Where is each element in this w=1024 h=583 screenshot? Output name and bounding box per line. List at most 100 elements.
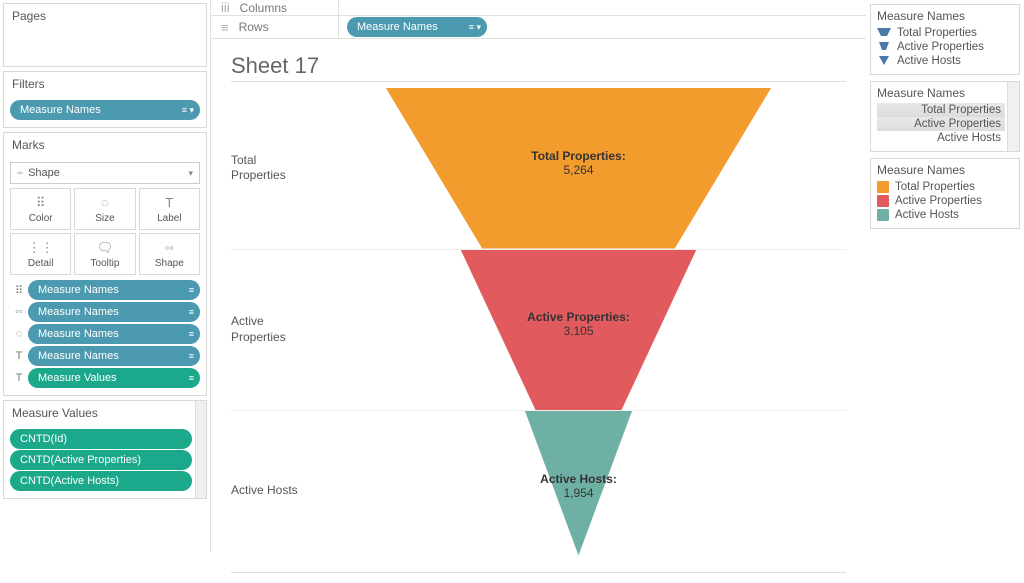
trapezoid-icon xyxy=(877,28,891,38)
mark-label-button[interactable]: T Label xyxy=(139,188,200,230)
columns-label: Columns xyxy=(240,1,287,15)
funnel-row-active-hosts[interactable]: Active Hosts Active Hosts:1,954 xyxy=(231,411,846,573)
legend-shape-item-1[interactable]: Active Properties xyxy=(877,40,1013,54)
sheet-title[interactable]: Sheet 17 xyxy=(231,53,846,79)
funnel-value-1: 3,105 xyxy=(563,324,593,338)
legend-color-item-1[interactable]: Active Properties xyxy=(877,194,1013,208)
pill-label: Measure Names xyxy=(38,350,119,362)
legend-label: Active Properties xyxy=(914,118,1001,130)
pill-caret-icon: ≡ ▾ xyxy=(182,105,194,116)
funnel-title-0: Total Properties: xyxy=(531,149,625,163)
mv-title: Measure Values xyxy=(4,401,206,425)
legend-hl-item-1[interactable]: Active Properties xyxy=(877,117,1005,131)
swatch-icon xyxy=(877,181,889,193)
color-shelf-icon: ⠿ xyxy=(10,284,28,297)
pill-caret-icon: ≡ ▾ xyxy=(469,22,481,33)
label-shelf-icon: T xyxy=(10,350,28,362)
pill-label: CNTD(Active Properties) xyxy=(20,454,141,466)
mark-color-button[interactable]: ⠿ Color xyxy=(10,188,71,230)
funnel-row-total[interactable]: Total Properties Total Properties:5,264 xyxy=(231,88,846,250)
rows-pill[interactable]: Measure Names ≡ ▾ xyxy=(347,17,487,37)
pill-caret-icon: ≡ xyxy=(189,351,194,361)
legend-color-item-2[interactable]: Active Hosts xyxy=(877,208,1013,222)
mark-shape-label: Shape xyxy=(155,258,184,269)
mark-size-label: Size xyxy=(95,213,114,224)
legend-color: Measure Names Total Properties Active Pr… xyxy=(870,158,1020,229)
pill-label: Measure Values xyxy=(38,372,117,384)
funnel-value-2: 1,954 xyxy=(563,486,593,500)
rows-shelf[interactable]: ≡Rows Measure Names≡ ▾ xyxy=(211,16,866,39)
mark-color-label: Color xyxy=(29,213,53,224)
funnel-title-1: Active Properties: xyxy=(527,310,630,324)
pill-label: CNTD(Active Hosts) xyxy=(20,475,119,487)
rows-slot[interactable]: Measure Names ≡ ▾ xyxy=(339,16,866,38)
triangle-icon xyxy=(877,56,891,66)
columns-icon: iii xyxy=(221,0,230,15)
mark-label-label: Label xyxy=(157,213,181,224)
shape-shelf-icon: ◦◦ xyxy=(10,306,28,318)
legend-label: Active Properties xyxy=(897,41,984,53)
legend-label: Active Hosts xyxy=(937,132,1001,144)
marks-pill-3[interactable]: Measure Names ≡ xyxy=(28,346,200,366)
color-icon: ⠿ xyxy=(36,195,46,211)
marks-title: Marks xyxy=(4,133,206,157)
legend-hl-item-0[interactable]: Total Properties xyxy=(877,103,1005,117)
legend-label: Total Properties xyxy=(897,27,977,39)
pill-caret-icon: ≡ xyxy=(189,307,194,317)
legend-hl-title: Measure Names xyxy=(877,86,1005,100)
pill-caret-icon: ≡ xyxy=(189,373,194,383)
scrollbar[interactable] xyxy=(1007,82,1019,151)
marks-pill-0[interactable]: Measure Names≡ xyxy=(28,280,200,300)
legend-shape-item-0[interactable]: Total Properties xyxy=(877,26,1013,40)
legend-shape-item-2[interactable]: Active Hosts xyxy=(877,54,1013,68)
mark-size-button[interactable]: ◌ Size xyxy=(74,188,135,230)
marks-panel: Marks ◦◦ Shape ▾ ⠿ Color ◌ Size T Label ⋮⋮D… xyxy=(3,132,207,396)
mv-pill-1[interactable]: CNTD(Active Properties) xyxy=(10,450,192,470)
legend-color-title: Measure Names xyxy=(877,163,1013,177)
chevron-down-icon: ▾ xyxy=(188,168,193,179)
legend-hl-item-2[interactable]: Active Hosts xyxy=(877,131,1005,145)
marks-pill-1[interactable]: Measure Names≡ xyxy=(28,302,200,322)
pill-caret-icon: ≡ xyxy=(189,329,194,339)
pill-label: Measure Names xyxy=(38,328,119,340)
rows-icon: ≡ xyxy=(221,20,229,35)
legend-color-item-0[interactable]: Total Properties xyxy=(877,180,1013,194)
size-icon: ◌ xyxy=(101,195,109,211)
funnel-title-2: Active Hosts: xyxy=(540,472,617,486)
viz-canvas: Sheet 17 Total Properties Total Properti… xyxy=(211,39,866,583)
columns-shelf[interactable]: iii Columns xyxy=(211,0,866,16)
legend-label: Active Hosts xyxy=(897,55,961,67)
size-shelf-icon: ◌ xyxy=(10,328,28,340)
funnel-label: Total Properties xyxy=(231,153,311,184)
detail-icon: ⋮⋮ xyxy=(28,240,54,256)
mv-pill-2[interactable]: CNTD(Active Hosts) xyxy=(10,471,192,491)
mark-tooltip-label: Tooltip xyxy=(91,258,120,269)
shape-select-icon: ◦◦ xyxy=(17,168,22,179)
marks-type-select[interactable]: ◦◦ Shape ▾ xyxy=(10,162,200,184)
funnel-row-active-prop[interactable]: Active Properties Active Properties:3,10… xyxy=(231,250,846,412)
title-rule xyxy=(231,81,846,82)
pill-label: Measure Names xyxy=(357,21,438,33)
legend-highlight: Measure Names Total Properties Active Pr… xyxy=(870,81,1020,152)
pages-body[interactable] xyxy=(4,28,206,66)
funnel-value-0: 5,264 xyxy=(563,163,593,177)
mark-detail-button[interactable]: ⋮⋮Detail xyxy=(10,233,71,275)
swatch-icon xyxy=(877,195,889,207)
trapezoid-icon xyxy=(877,42,891,52)
label-icon: T xyxy=(165,195,173,211)
legend-label: Active Hosts xyxy=(895,209,959,221)
funnel-label: Active Properties xyxy=(231,314,311,345)
mv-pill-0[interactable]: CNTD(Id) xyxy=(10,429,192,449)
right-legends: Measure Names Total Properties Active Pr… xyxy=(866,0,1024,552)
left-sidebar: Pages Filters Measure Names ≡ ▾ Marks ◦◦… xyxy=(0,0,210,552)
mark-tooltip-button[interactable]: 🗨Tooltip xyxy=(74,233,135,275)
legend-label: Total Properties xyxy=(921,104,1001,116)
pill-label: Measure Names xyxy=(20,104,101,116)
label-shelf-icon: T xyxy=(10,372,28,384)
legend-shape-title: Measure Names xyxy=(877,9,1013,23)
marks-pill-2[interactable]: Measure Names ≡ xyxy=(28,324,200,344)
mark-shape-button[interactable]: ◦◦Shape xyxy=(139,233,200,275)
marks-pill-4[interactable]: Measure Values ≡ xyxy=(28,368,200,388)
filter-pill-measure-names[interactable]: Measure Names ≡ ▾ xyxy=(10,100,200,120)
pill-caret-icon: ≡ xyxy=(189,285,194,295)
